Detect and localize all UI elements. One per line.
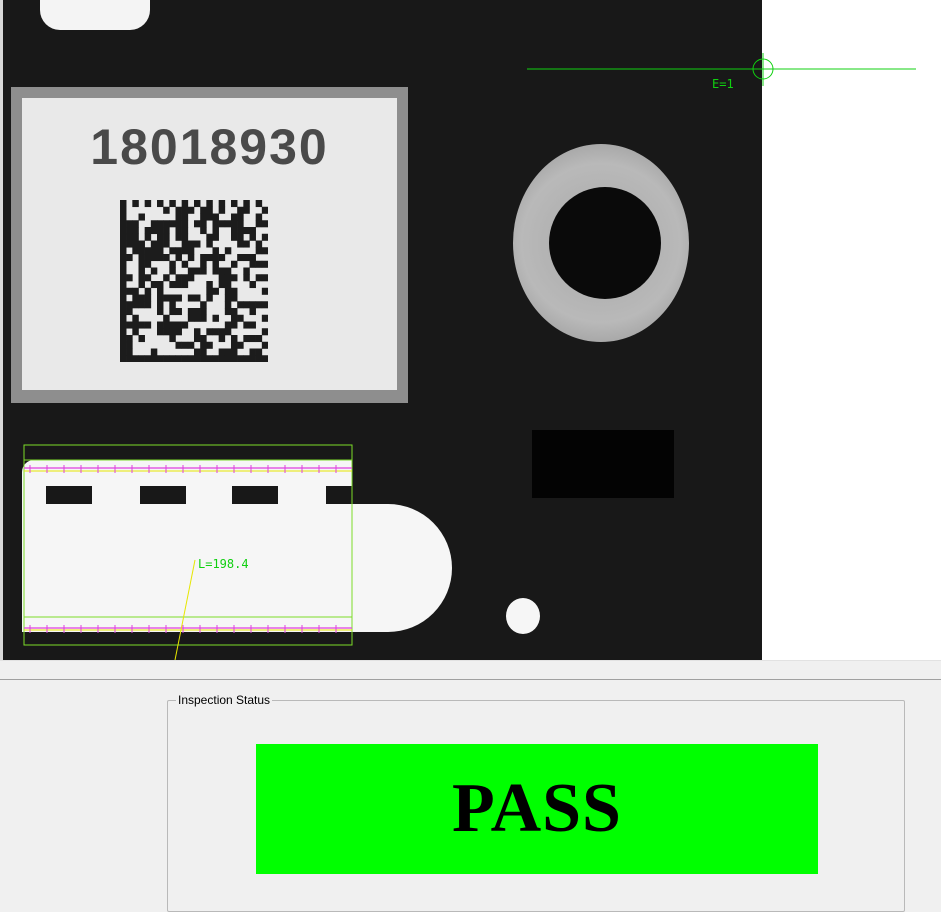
length-value: L=198.4 (198, 557, 249, 571)
edge-tool-label: E=1 (712, 77, 734, 91)
inspection-status-title: Inspection Status (176, 693, 273, 707)
length-tool-roi (23, 444, 353, 646)
panel-splitter[interactable] (0, 660, 941, 680)
result-text: PASS (452, 770, 622, 847)
upper-edge-points (29, 465, 337, 473)
camera-image-view[interactable]: 18018930 E=1 L=198.4 (0, 0, 941, 660)
length-tool-label: L=198.4 (198, 557, 249, 571)
inspection-status-panel: Inspection Status PASS (0, 681, 941, 912)
result-indicator: PASS (256, 744, 818, 874)
inspection-overlay (23, 53, 916, 660)
lower-edge-points (29, 625, 337, 633)
